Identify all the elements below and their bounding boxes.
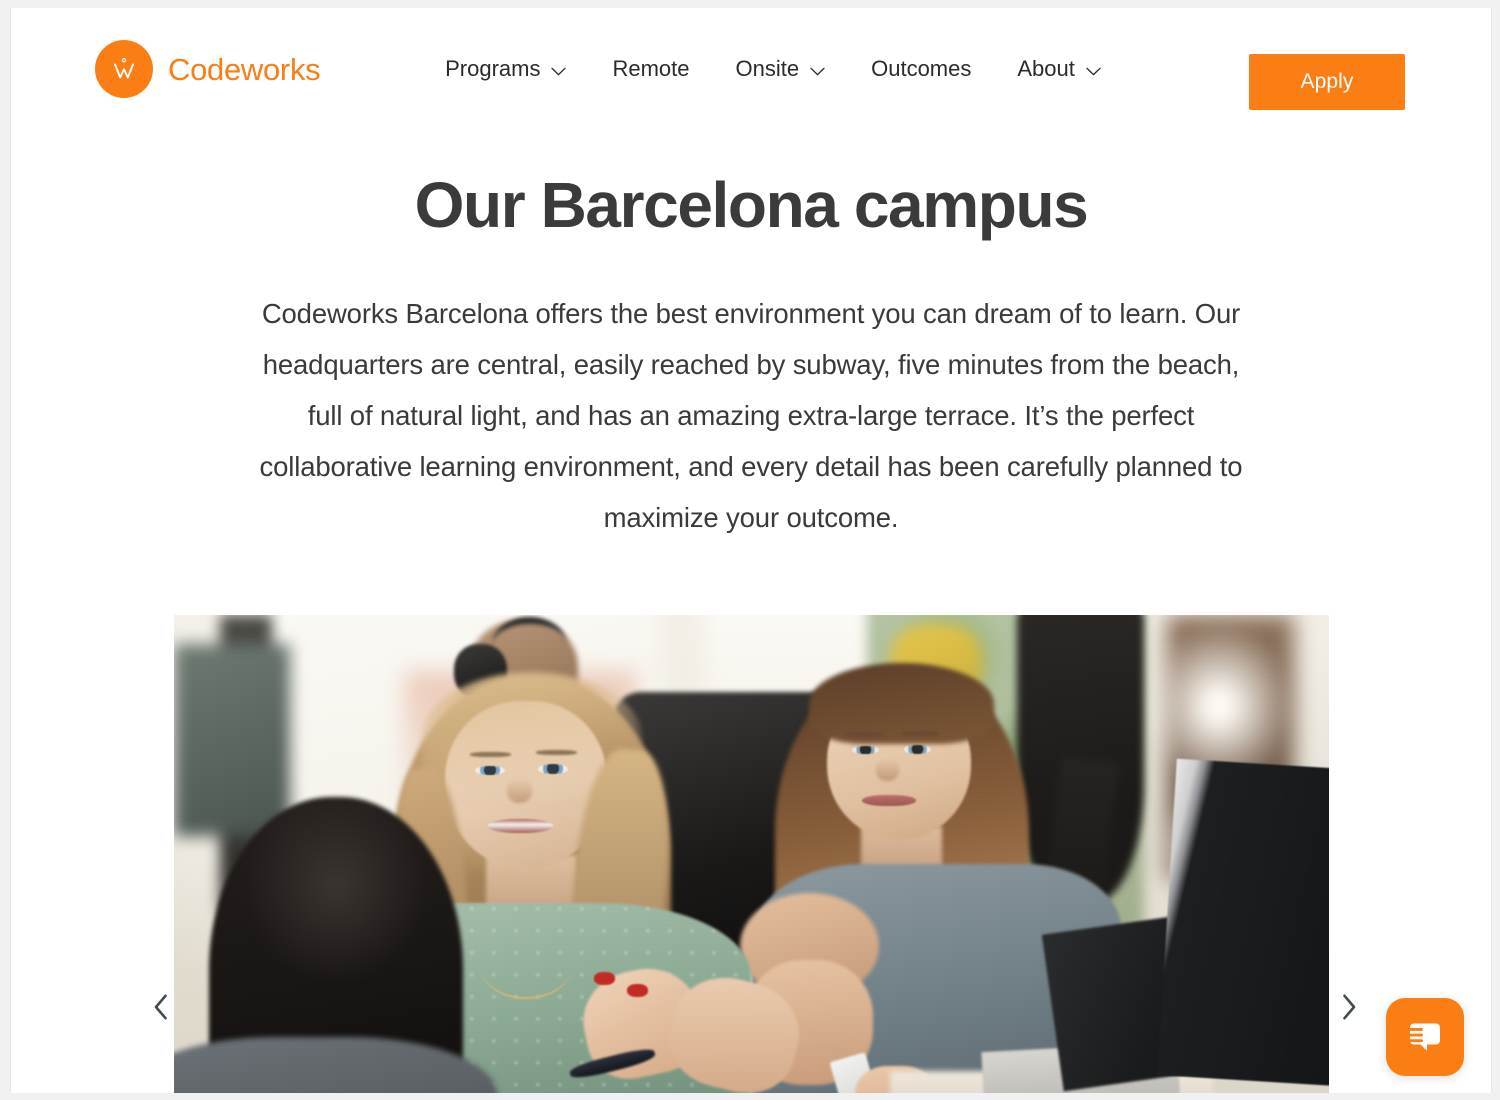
page-title: Our Barcelona campus <box>414 169 1089 241</box>
page-canvas: Codeworks Programs Remote Onsite Outcome… <box>10 8 1492 1093</box>
apply-button[interactable]: Apply <box>1249 54 1405 110</box>
photo-monitor-large <box>1157 758 1329 1086</box>
photo-background-monitor-left <box>174 643 290 836</box>
carousel-next-button[interactable] <box>1329 987 1369 1027</box>
image-carousel <box>11 614 1491 1093</box>
photo-person-blonde-brow-left <box>469 751 512 757</box>
nav-item-about[interactable]: About <box>994 48 1124 90</box>
nav-item-label: Remote <box>612 56 690 81</box>
carousel-slide[interactable] <box>174 614 1329 1093</box>
photo-person-blonde-eye-right <box>537 764 568 774</box>
photo-person-blonde-necklace <box>480 932 573 999</box>
photo-person-blonde-mouth <box>488 818 553 834</box>
hero-section: Our Barcelona campus Codeworks Barcelona… <box>11 130 1491 543</box>
nav-item-programs[interactable]: Programs <box>422 48 589 90</box>
photo-person-brunette-brow-right <box>901 731 939 737</box>
nav-item-outcomes[interactable]: Outcomes <box>848 48 994 90</box>
chevron-down-icon <box>810 67 825 76</box>
photo-person-brunette-mouth <box>862 794 916 807</box>
nav-item-label: Onsite <box>735 56 800 81</box>
chevron-down-icon <box>1086 67 1101 76</box>
nav-item-label: About <box>1017 56 1075 81</box>
nav-item-remote[interactable]: Remote <box>589 48 712 90</box>
chevron-right-icon <box>1341 994 1357 1020</box>
chevron-left-icon <box>153 994 169 1020</box>
photo-person-brunette-nose <box>876 758 900 781</box>
photo-nail-polish-a <box>594 972 616 985</box>
hero-paragraph: Codeworks Barcelona offers the best envi… <box>259 297 1243 533</box>
photo-person-brunette-eye-right <box>903 744 931 754</box>
nav-item-onsite[interactable]: Onsite <box>713 48 849 90</box>
chat-launcher-button[interactable] <box>1386 998 1464 1076</box>
site-header: Codeworks Programs Remote Onsite Outcome… <box>11 8 1491 130</box>
photo-person-blonde-nose <box>506 778 533 803</box>
chevron-down-icon <box>551 67 567 76</box>
photo-person-brunette-brow-left <box>846 732 884 738</box>
brand-name: Codeworks <box>168 51 321 87</box>
nav-item-label: Programs <box>445 56 541 81</box>
photo-nail-polish-b <box>626 984 648 997</box>
nav-item-label: Outcomes <box>871 56 972 81</box>
campus-photo <box>174 614 1329 1093</box>
codeworks-w-mark-icon <box>95 40 153 98</box>
chat-bubble-icon <box>1403 1015 1447 1059</box>
brand-logo-link[interactable]: Codeworks <box>95 40 321 98</box>
browser-viewport: Codeworks Programs Remote Onsite Outcome… <box>0 0 1500 1100</box>
